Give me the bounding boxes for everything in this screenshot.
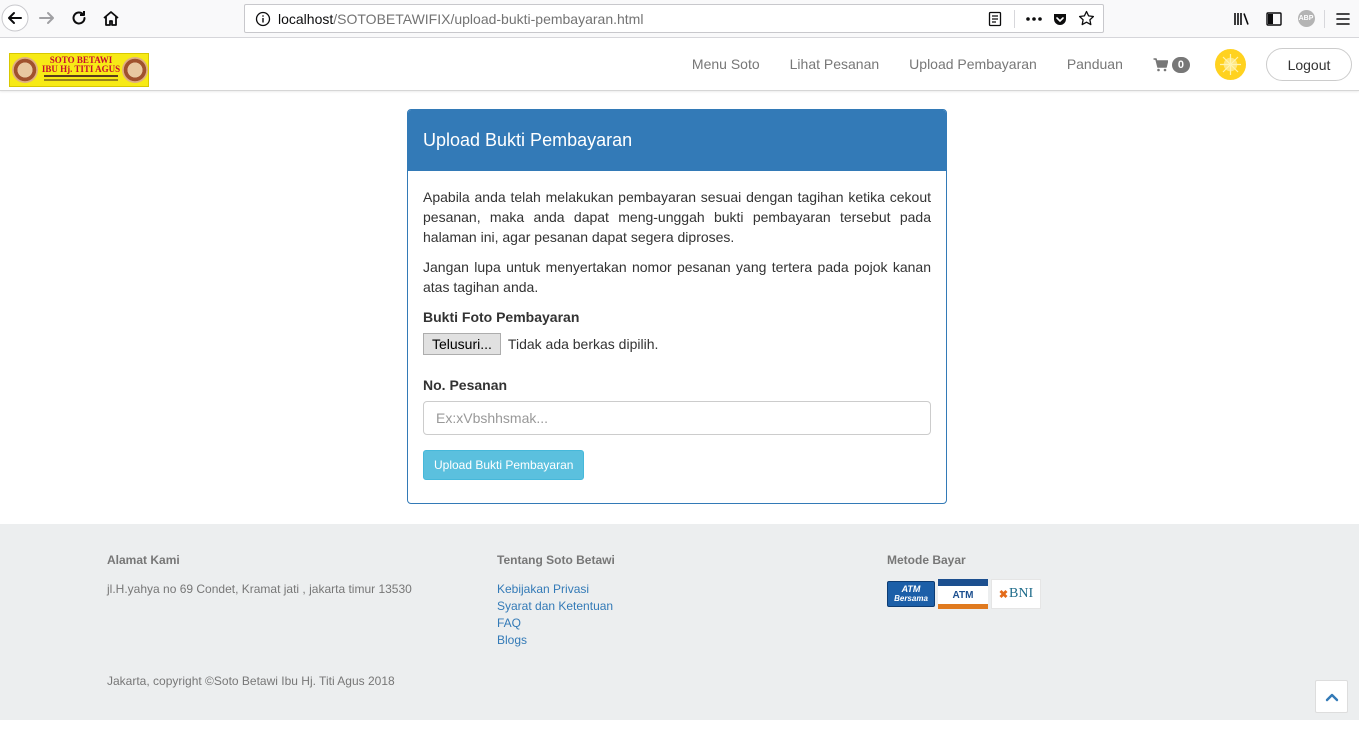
home-icon xyxy=(103,11,119,26)
logout-button[interactable]: Logout xyxy=(1266,48,1352,81)
browser-toolbar: localhost/SOTOBETAWIFIX/upload-bukti-pem… xyxy=(0,0,1359,38)
file-status-text: Tidak ada berkas dipilih. xyxy=(507,336,659,352)
forward-button[interactable] xyxy=(32,3,62,33)
bni-logo: ✖ BNI xyxy=(991,579,1041,609)
photo-label: Bukti Foto Pembayaran xyxy=(423,309,580,325)
footer-link-blogs[interactable]: Blogs xyxy=(497,632,615,649)
browse-button[interactable]: Telusuri... xyxy=(423,333,501,355)
order-number-label: No. Pesanan xyxy=(423,377,508,393)
order-number-input[interactable]: Ex:xVbshhsmak... xyxy=(423,401,931,435)
reload-icon xyxy=(72,11,86,25)
library-icon[interactable] xyxy=(1226,4,1258,33)
cart-button[interactable]: 0 xyxy=(1138,56,1205,73)
back-arrow-icon xyxy=(1,4,29,32)
menu-hamburger-icon[interactable] xyxy=(1327,4,1359,33)
page-actions-icon[interactable] xyxy=(1021,5,1047,32)
url-path: /SOTOBETAWIFIX/upload-bukti-pembayaran.h… xyxy=(333,11,644,27)
logo-seal-left xyxy=(12,57,38,83)
bookmark-star-icon[interactable] xyxy=(1073,5,1099,32)
payment-heading: Metode Bayar xyxy=(887,553,966,567)
instruction-paragraph-2: Jangan lupa untuk menyertakan nomor pesa… xyxy=(423,259,931,295)
forward-arrow-icon xyxy=(39,12,54,24)
url-text: localhost/SOTOBETAWIFIX/upload-bukti-pem… xyxy=(278,11,643,27)
site-footer: Alamat Kami jl.H.yahya no 69 Condet, Kra… xyxy=(0,524,1359,720)
nav-lihat-pesanan[interactable]: Lihat Pesanan xyxy=(775,38,895,91)
instruction-paragraph-1: Apabila anda telah melakukan pembayaran … xyxy=(423,189,931,245)
address-bar[interactable]: localhost/SOTOBETAWIFIX/upload-bukti-pem… xyxy=(244,4,1104,33)
shopping-cart-icon xyxy=(1153,57,1168,71)
reload-button[interactable] xyxy=(64,3,94,33)
sidebar-icon[interactable] xyxy=(1258,4,1290,33)
footer-link-privacy[interactable]: Kebijakan Privasi xyxy=(497,581,615,598)
address-text: jl.H.yahya no 69 Condet, Kramat jati , j… xyxy=(107,582,412,596)
reader-view-icon[interactable] xyxy=(982,5,1008,32)
back-button[interactable] xyxy=(0,3,30,33)
nav-menu-soto[interactable]: Menu Soto xyxy=(677,38,775,91)
back-to-top-button[interactable] xyxy=(1315,680,1348,713)
nav-panduan[interactable]: Panduan xyxy=(1052,38,1138,91)
footer-link-faq[interactable]: FAQ xyxy=(497,615,615,632)
order-number-placeholder: Ex:xVbshhsmak... xyxy=(436,410,549,426)
upload-panel: Upload Bukti Pembayaran Apabila anda tel… xyxy=(407,109,947,504)
logo-seal-right xyxy=(122,57,148,83)
chevron-up-icon xyxy=(1325,693,1338,701)
url-host: localhost xyxy=(278,11,334,27)
pocket-icon[interactable] xyxy=(1047,5,1073,32)
home-button[interactable] xyxy=(96,3,126,33)
site-logo[interactable]: SOTO BETAWI IBU Hj. TITI AGUS xyxy=(9,53,149,87)
site-info-icon[interactable] xyxy=(255,11,271,32)
avatar[interactable] xyxy=(1215,49,1246,80)
copyright-text: Jakarta, copyright ©Soto Betawi Ibu Hj. … xyxy=(107,674,395,688)
panel-title: Upload Bukti Pembayaran xyxy=(408,110,946,171)
adblock-plus-icon[interactable]: ABP xyxy=(1290,4,1322,33)
atm-bank-logo: ATM xyxy=(938,579,988,609)
upload-submit-button[interactable]: Upload Bukti Pembayaran xyxy=(423,450,585,480)
address-heading: Alamat Kami xyxy=(107,553,180,567)
about-heading: Tentang Soto Betawi xyxy=(497,553,615,567)
payment-logos: ATM Bersama ATM ✖ BNI xyxy=(887,579,1041,609)
nav-upload-pembayaran[interactable]: Upload Pembayaran xyxy=(894,38,1052,91)
atm-bersama-logo: ATM Bersama xyxy=(887,581,935,607)
site-navbar: SOTO BETAWI IBU Hj. TITI AGUS Menu Soto … xyxy=(0,38,1359,91)
footer-link-terms[interactable]: Syarat dan Ketentuan xyxy=(497,598,615,615)
logo-line2: IBU Hj. TITI AGUS xyxy=(41,64,121,74)
file-input[interactable]: Telusuri... Tidak ada berkas dipilih. xyxy=(423,333,931,355)
cart-count-badge: 0 xyxy=(1171,56,1190,73)
